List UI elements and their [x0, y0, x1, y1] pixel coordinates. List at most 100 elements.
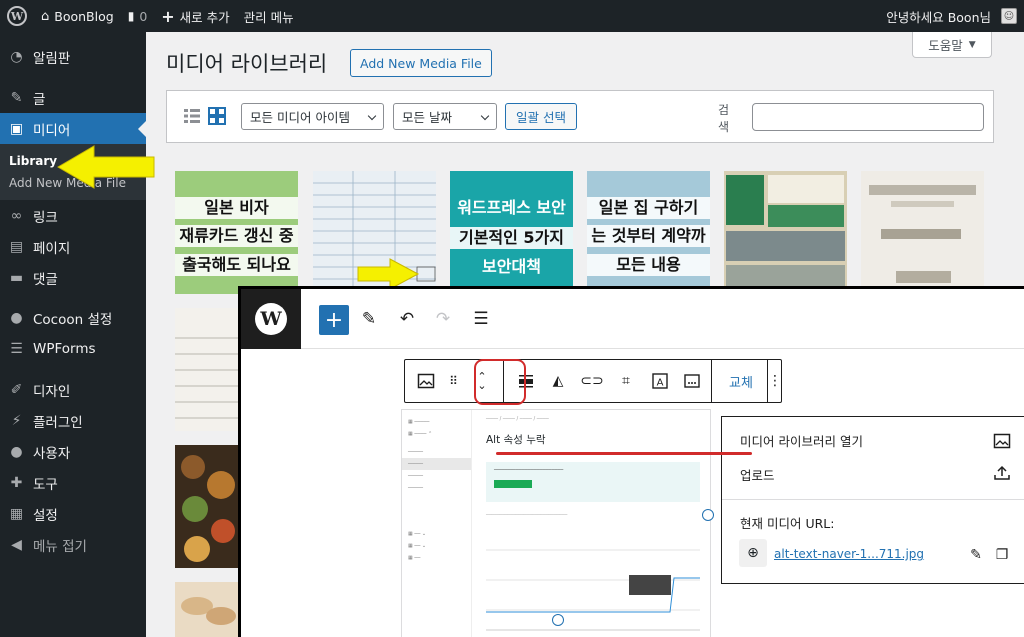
- image-block-toolbar: ⠿ ⌃ ⌄ ◭ ⊂⊃ ⌗ A 교체 ⋮: [404, 359, 782, 403]
- plus-icon: +: [161, 6, 175, 26]
- sidebar-item-pages[interactable]: ▤ 페이지: [0, 231, 146, 262]
- document-overview-button[interactable]: ☰: [467, 305, 495, 333]
- block-inserter-button[interactable]: +: [319, 305, 349, 335]
- media-icon: ▣: [9, 120, 24, 137]
- media-thumbnail[interactable]: [175, 582, 239, 637]
- options-button[interactable]: ⋮: [768, 370, 782, 392]
- more-tools-button[interactable]: [681, 370, 703, 392]
- crop-button[interactable]: ⌗: [615, 370, 637, 392]
- selected-image-preview[interactable]: ▦ ───── ▦ ──── ⌃ ───── ───── ───── ─────…: [401, 409, 711, 637]
- preview-note: ──────────────────────────────: [486, 513, 568, 518]
- brush-icon: ✐: [10, 381, 23, 398]
- sidebar-item-cocoon[interactable]: ● Cocoon 설정: [0, 302, 146, 333]
- handwritten-note-image: [175, 308, 239, 431]
- user-icon: ●: [10, 443, 23, 460]
- receipt-image: [861, 171, 984, 294]
- copy-icon: ❐: [995, 547, 1009, 563]
- editor-wordpress-button[interactable]: W: [241, 289, 301, 349]
- sidebar-item-settings[interactable]: ▦ 설정: [0, 498, 146, 529]
- settings-icon: ▦: [9, 505, 24, 522]
- sidebar-item-media[interactable]: ▣ 미디어: [0, 113, 146, 144]
- media-thumbnail[interactable]: 일본 집 구하기 는 것부터 계약까 모든 내용: [587, 171, 710, 294]
- wrench-icon: ✚: [10, 474, 23, 491]
- media-thumbnail[interactable]: 워드프레스 보안 기본적인 5가지 보안대책: [450, 171, 573, 294]
- help-button[interactable]: 도움말 ▼: [912, 32, 992, 58]
- resize-handle-right[interactable]: [702, 509, 714, 521]
- redo-icon: ↷: [435, 309, 451, 329]
- sidebar-item-wpforms[interactable]: ☰ WPForms: [0, 333, 146, 364]
- plus-icon: +: [324, 307, 344, 333]
- sidebar-item-tools[interactable]: ✚ 도구: [0, 467, 146, 498]
- preview-alert: ───────────────────────: [486, 462, 700, 502]
- replace-dropdown-menu: 미디어 라이브러리 열기 업로드 현재 미디어 URL: ⊕ alt-text-…: [721, 416, 1024, 584]
- comments-link[interactable]: ▮ 0: [121, 0, 155, 32]
- text-overlay-button[interactable]: A: [649, 370, 671, 392]
- upload-option[interactable]: 업로드: [740, 465, 775, 484]
- avatar: ☺: [1001, 8, 1017, 24]
- annotation-arrow-library: [57, 145, 155, 189]
- grid-view-icon[interactable]: [207, 106, 227, 126]
- media-thumbnail[interactable]: [175, 445, 239, 568]
- comment-icon: ▬: [9, 269, 24, 286]
- sidebar-item-links[interactable]: ∞ 링크: [0, 200, 146, 231]
- preview-chart-image: [486, 549, 700, 631]
- new-content-button[interactable]: + 새로 추가: [154, 0, 236, 32]
- list-view-icon[interactable]: [182, 106, 202, 126]
- forms-icon: ☰: [10, 340, 23, 357]
- link-icon: ∞: [10, 207, 23, 224]
- my-account-link[interactable]: 안녕하세요 Boon님 ☺: [879, 0, 1024, 32]
- drag-handle[interactable]: ⠿: [443, 370, 465, 392]
- insurance-poster-image: [724, 171, 847, 294]
- link-icon: ⊂⊃: [580, 373, 604, 389]
- annotation-highlight-replace: [474, 359, 526, 405]
- admin-bar: W ⌂ BoonBlog ▮ 0 + 새로 추가 관리 메뉴 안녕하세요 Boo…: [0, 0, 1024, 32]
- image-block-button[interactable]: [415, 370, 437, 392]
- collapse-icon: ◀: [11, 536, 22, 553]
- date-filter[interactable]: 모든 날짜: [393, 103, 497, 130]
- page-title: 미디어 라이브러리: [166, 52, 328, 76]
- sidebar-item-plugins[interactable]: ⚡ 플러그인: [0, 405, 146, 436]
- plugin-icon: ⚡: [11, 412, 22, 429]
- media-thumbnail[interactable]: 일본 비자 재류카드 갱신 중 출국해도 되나요: [175, 171, 298, 294]
- undo-button[interactable]: ↶: [393, 305, 421, 333]
- wordpress-logo-button[interactable]: W: [0, 0, 34, 32]
- globe-icon: ⊕: [739, 539, 767, 567]
- svg-text:A: A: [657, 378, 664, 389]
- tools-button[interactable]: ✎: [355, 305, 383, 333]
- media-type-filter[interactable]: 모든 미디어 아이템: [241, 103, 384, 130]
- site-name-link[interactable]: ⌂ BoonBlog: [34, 0, 121, 32]
- sidebar-item-dashboard[interactable]: ◔ 알림판: [0, 41, 146, 72]
- sidebar-item-posts[interactable]: ✎ 글: [0, 82, 146, 113]
- add-new-media-button[interactable]: Add New Media File: [350, 49, 492, 77]
- edit-url-button[interactable]: ✎: [966, 545, 986, 565]
- link-button[interactable]: ⊂⊃: [580, 370, 604, 392]
- wordpress-logo-icon: W: [7, 6, 27, 26]
- sidebar-item-appearance[interactable]: ✐ 디자인: [0, 374, 146, 405]
- media-thumbnail[interactable]: [861, 171, 984, 294]
- duotone-button[interactable]: ◭: [547, 370, 569, 392]
- open-media-library-option[interactable]: 미디어 라이브러리 열기: [740, 431, 863, 450]
- preview-sidebar: ▦ ───── ▦ ──── ⌃ ───── ───── ───── ─────…: [402, 410, 472, 637]
- manage-menu-link[interactable]: 관리 메뉴: [237, 0, 301, 32]
- replace-button[interactable]: 교체: [716, 360, 766, 402]
- current-media-url-link[interactable]: alt-text-naver-1...711.jpg: [774, 547, 924, 561]
- comment-bubble-icon: ▮: [127, 9, 135, 23]
- duotone-icon: ◭: [552, 373, 564, 389]
- sidebar-item-comments[interactable]: ▬ 댓글: [0, 262, 146, 293]
- text-over-image-icon: A: [652, 373, 668, 389]
- sidebar-collapse-menu[interactable]: ◀ 메뉴 접기: [0, 529, 146, 560]
- cocoon-icon: ●: [10, 309, 23, 326]
- drag-dots-icon: ⠿: [449, 374, 459, 388]
- redo-button[interactable]: ↷: [429, 305, 457, 333]
- media-thumbnail[interactable]: [724, 171, 847, 294]
- copy-url-button[interactable]: ❐: [992, 545, 1012, 565]
- bulk-select-button[interactable]: 일괄 선택: [505, 103, 577, 130]
- pencil-icon: ✎: [361, 309, 377, 329]
- sidebar-item-users[interactable]: ● 사용자: [0, 436, 146, 467]
- dashboard-icon: ◔: [10, 48, 23, 65]
- dumpling-photo-image: [175, 582, 239, 637]
- search-input[interactable]: [752, 103, 984, 131]
- media-thumbnail[interactable]: [175, 308, 239, 431]
- resize-handle-bottom[interactable]: [552, 614, 564, 626]
- ellipsis-box-icon: [684, 374, 700, 388]
